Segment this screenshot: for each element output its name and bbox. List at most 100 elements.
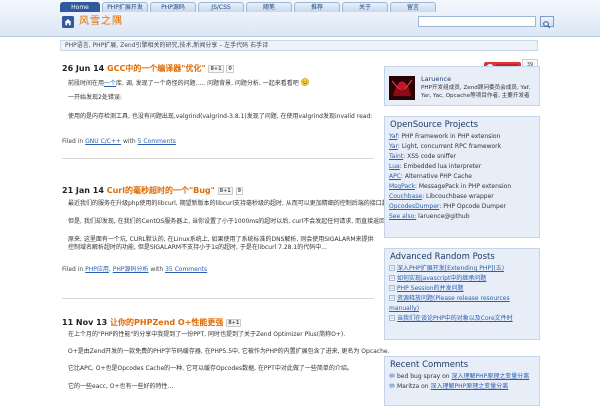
project-description: : Light, concurrent RPC framework — [397, 143, 502, 150]
top-navigation-bar: Home PHP扩展开发 PHP源码 JS/CSS 随笔 推荐 关于 留言 风雪之隅 — [0, 0, 600, 37]
post-title[interactable]: GCC中的一个编译器"优化" — [107, 64, 206, 73]
tab-3[interactable]: JS/CSS — [198, 2, 244, 12]
search-button[interactable] — [540, 16, 554, 29]
tab-0[interactable]: Home — [60, 2, 100, 12]
search-icon — [543, 21, 551, 29]
comments-link[interactable]: 5 Comments — [138, 138, 176, 145]
site-description: PHP语言, PHP扩展, Zend引擎相关的研究,技术,新闻分享 – 左手代码… — [60, 40, 538, 51]
smiley-icon — [300, 78, 309, 86]
widget-title: Recent Comments — [390, 360, 469, 370]
comments-link[interactable]: 35 Comments — [165, 266, 207, 273]
opensource-item: APC: Alternative PHP Cache — [389, 172, 535, 182]
random-post-link[interactable]: 资源释放问题(Please release resources manually… — [389, 295, 510, 312]
profile-name[interactable]: Laruence — [421, 75, 451, 83]
gplus-count: 9 — [235, 187, 244, 195]
comment-author[interactable]: Maritza — [397, 383, 419, 390]
category-link[interactable]: GNU C/C++ — [85, 138, 121, 145]
comment-icon — [389, 373, 395, 379]
project-link[interactable]: Yar — [389, 143, 398, 150]
category-link[interactable]: PHP源码分析 — [113, 266, 149, 273]
project-description: laruence@github — [416, 213, 470, 220]
comment-author[interactable]: bed bug spray — [397, 373, 440, 380]
gplus-count: 0 — [226, 65, 234, 73]
project-link[interactable]: Taint — [389, 153, 403, 160]
category-link[interactable]: PHP应用 — [85, 266, 109, 273]
post-icon — [389, 295, 395, 301]
project-link[interactable]: OpcodesDumper — [389, 203, 439, 210]
post: 11 Nov 13 让你的PHPZend O+性能更强 8+1 在上个月的"PH… — [62, 318, 390, 400]
recent-comment-item: Maritza on 深入理解PHP原理之变量分离 — [389, 382, 535, 392]
post-title-line: 11 Nov 13 让你的PHPZend O+性能更强 8+1 — [62, 318, 374, 328]
comment-icon — [389, 383, 395, 389]
opensource-item: Taint: XSS code sniffer — [389, 152, 535, 162]
post-paragraph: 在上个月的"PHP的性能"的分享中我提到了一份PPT, 同时也提到了关于Zend… — [68, 331, 346, 338]
post-paragraph: 原来, 这里面有一个坑, CURL默认的, 在Linux系统上, 如果使用了系统… — [68, 236, 374, 251]
post-paragraph: 它比APC, O+也是Opcodes Cache的一种, 它可以缓存Opcode… — [68, 365, 353, 372]
opensource-item: Lua: Embedded lua interpreter — [389, 162, 535, 172]
project-link[interactable]: See also: — [389, 213, 416, 220]
post-date: 11 Nov 13 — [62, 318, 108, 327]
post-paragraph: 一开始发现2处错误: — [68, 94, 122, 101]
project-link[interactable]: Couchbase — [389, 193, 422, 200]
profile-widget: Laruence PHP开发组成员, Zend顾问委员会成员, Yaf, Yar… — [384, 66, 540, 106]
random-post-link[interactable]: 当我们在谈论PHP中的对象以及Core文件时 — [397, 315, 513, 322]
gplus-button[interactable]: 8+1 — [208, 65, 224, 73]
post-icon — [389, 315, 395, 321]
post-paragraph: 使用的是内存检测工具, 也没有问题出现,valgrind(valgrind-3.… — [68, 113, 373, 120]
tab-2[interactable]: PHP源码 — [150, 2, 196, 12]
avatar[interactable] — [389, 76, 415, 100]
opensource-widget: OpenSource Projects Yaf: PHP Framework i… — [384, 116, 540, 238]
post: 26 Jun 14 GCC中的一个编译器"优化" 8+1 0 前段时间在用一个库… — [62, 64, 374, 154]
site-title[interactable]: 风雪之隅 — [79, 16, 123, 28]
post-icon — [389, 285, 395, 291]
post-title-line: 26 Jun 14 GCC中的一个编译器"优化" 8+1 0 — [62, 64, 374, 74]
project-description: : XSS code sniffer — [403, 153, 456, 160]
post-paragraph: O+是由Zend开发的一款免费的PHP字节码缓存器, 在PHP5.5中, 它被作… — [68, 348, 390, 355]
project-description: : PHP Opcode Dumper — [439, 203, 506, 210]
opensource-item: See also: laruence@github — [389, 212, 535, 222]
search-input[interactable] — [418, 16, 536, 27]
project-description: : MessagePack in PHP extension — [414, 183, 512, 190]
widget-title: OpenSource Projects — [390, 120, 479, 130]
nav-tabs: Home PHP扩展开发 PHP源码 JS/CSS 随笔 推荐 关于 留言 — [60, 2, 438, 12]
tab-6[interactable]: 关于 — [342, 2, 388, 12]
project-link[interactable]: Lua — [389, 163, 400, 170]
tab-4[interactable]: 随笔 — [246, 2, 292, 12]
comment-post-link[interactable]: 深入理解PHP原理之变量分离 — [452, 373, 530, 380]
project-description: : Embedded lua interpreter — [399, 163, 482, 170]
gplus-button[interactable]: 8+1 — [226, 319, 242, 327]
opensource-list: Yaf: PHP Framework in PHP extension Yar: … — [385, 132, 539, 222]
recent-comments-widget: Recent Comments bed bug spray on 深入理解PHP… — [384, 356, 540, 406]
post-title[interactable]: 让你的PHPZend O+性能更强 — [110, 318, 223, 327]
post: 21 Jan 14 Curl的毫秒超时的一个"Bug" 8+1 9 最近我们的服… — [62, 186, 476, 278]
project-link[interactable]: APC — [389, 173, 401, 180]
random-post-item: 深入PHP扩展开发[Extending PHP](五) — [389, 264, 535, 274]
comment-post-link[interactable]: 深入理解PHP原理之变量分离 — [431, 383, 509, 390]
random-post-link[interactable]: 深入PHP扩展开发[Extending PHP](五) — [397, 265, 504, 272]
project-description: : Alternative PHP Cache — [400, 173, 472, 180]
random-posts-widget: Advanced Random Posts 深入PHP扩展开发[Extendin… — [384, 248, 540, 340]
recent-comments-list: bed bug spray on 深入理解PHP原理之变量分离 Maritza o… — [385, 372, 539, 392]
home-icon[interactable] — [62, 16, 74, 28]
gplus-button[interactable]: 8+1 — [217, 187, 233, 195]
random-post-link[interactable]: PHP Session的并发问题 — [397, 285, 464, 292]
random-post-item: 资源释放问题(Please release resources manually… — [389, 294, 535, 314]
random-post-item: 如何实现javascript中的继承问题 — [389, 274, 535, 284]
post-icon — [389, 265, 395, 271]
random-post-link[interactable]: 如何实现javascript中的继承问题 — [397, 275, 486, 282]
post-icon — [389, 275, 395, 281]
post-inline-link[interactable]: 一个 — [104, 80, 116, 87]
random-post-item: PHP Session的并发问题 — [389, 284, 535, 294]
opensource-item: Yar: Light, concurrent RPC framework — [389, 142, 535, 152]
post-meta: Filed in PHP应用, PHP源码分析 with 35 Comments — [62, 266, 208, 273]
post-paragraph: 前段时间在用一个库, 调, 发现了一个奇怪的问题..... 问题背景, 问题分析… — [68, 78, 309, 88]
project-description: : PHP Framework in PHP extension — [397, 133, 501, 140]
tab-5[interactable]: 推荐 — [294, 2, 340, 12]
tab-7[interactable]: 留言 — [390, 2, 436, 12]
post-separator — [62, 158, 374, 159]
project-link[interactable]: MsgPack — [389, 183, 415, 190]
post-meta: Filed in GNU C/C++ with 5 Comments — [62, 138, 176, 145]
post-title[interactable]: Curl的毫秒超时的一个"Bug" — [107, 186, 215, 195]
tab-1[interactable]: PHP扩展开发 — [102, 2, 148, 12]
widget-title: Advanced Random Posts — [390, 252, 495, 262]
